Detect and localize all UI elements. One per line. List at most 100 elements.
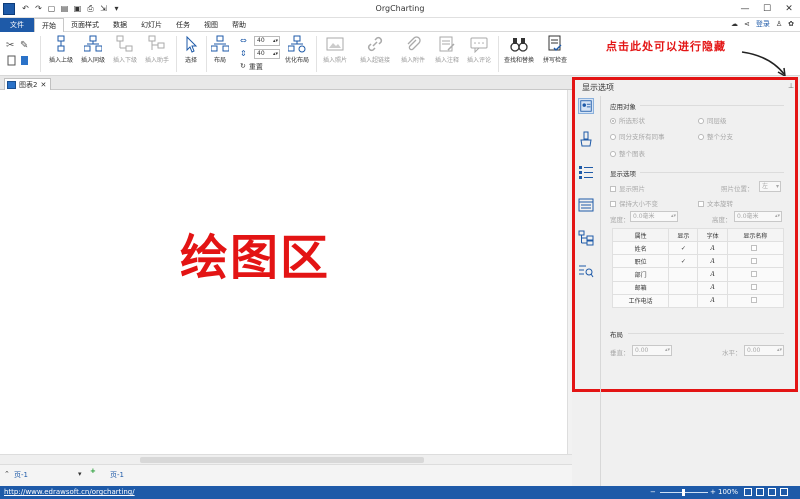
- insert-assistant-button[interactable]: 插入助手: [142, 35, 172, 64]
- menu-data[interactable]: 数据: [106, 18, 134, 32]
- minimize-icon[interactable]: —: [734, 0, 756, 18]
- display-options-icon[interactable]: [578, 98, 594, 114]
- pin-icon[interactable]: ⊥: [788, 82, 794, 90]
- table-cell-show[interactable]: ✓: [668, 254, 699, 269]
- table-cell-show[interactable]: [668, 293, 699, 309]
- font-icon[interactable]: A: [697, 293, 728, 309]
- table-cell-show[interactable]: [668, 280, 699, 295]
- menu-home[interactable]: 开始: [34, 17, 64, 32]
- font-icon[interactable]: A: [697, 241, 728, 256]
- search-list-icon[interactable]: [578, 263, 594, 279]
- spell-check-button[interactable]: 拼写检查: [540, 35, 570, 64]
- radio-whole-chart[interactable]: 整个图表: [610, 148, 645, 158]
- photo-position-select[interactable]: 左 ▾: [759, 181, 781, 192]
- reset-button[interactable]: ↻ 重置: [240, 62, 263, 72]
- keep-size-checkbox[interactable]: 保持大小不变: [610, 198, 658, 208]
- find-replace-button[interactable]: 查找和替换: [500, 35, 538, 64]
- page-nav-up-icon[interactable]: ⌃: [4, 470, 10, 478]
- layout-button[interactable]: 布局: [208, 35, 232, 64]
- menu-view[interactable]: 视图: [197, 18, 225, 32]
- list-icon[interactable]: [578, 164, 594, 180]
- insert-superior-button[interactable]: 插入上级: [46, 35, 76, 64]
- table-cell-show-name[interactable]: [726, 293, 785, 309]
- zoom-slider-thumb[interactable]: [682, 489, 685, 496]
- close-icon[interactable]: ✕: [778, 0, 800, 18]
- document-tab[interactable]: 图表2 ✕: [4, 78, 52, 90]
- zoom-slider[interactable]: [660, 489, 708, 496]
- spin-arrow-icon[interactable]: ▴▾: [671, 212, 676, 221]
- vertical-input[interactable]: 0.00 ▴▾: [632, 345, 672, 356]
- page-dropdown-arrow-icon[interactable]: ▾: [78, 470, 82, 478]
- redo-icon[interactable]: ↷: [34, 4, 43, 13]
- insert-peer-button[interactable]: 插入同级: [78, 35, 108, 64]
- spin-arrow-icon[interactable]: ▴▾: [775, 212, 780, 221]
- export-icon[interactable]: ⇲: [99, 4, 108, 13]
- font-icon[interactable]: A: [697, 280, 728, 295]
- drawing-canvas[interactable]: 绘图区: [0, 90, 567, 454]
- spin-arrow-icon[interactable]: ▴▾: [273, 37, 278, 45]
- maximize-icon[interactable]: ☐: [756, 0, 778, 18]
- spin-arrow-icon[interactable]: ▴▾: [665, 346, 670, 355]
- palette-icon[interactable]: ✿: [788, 20, 794, 28]
- undo-icon[interactable]: ↶: [21, 4, 30, 13]
- menu-page-style[interactable]: 页面样式: [64, 18, 106, 32]
- optimize-layout-button[interactable]: 优化布局: [282, 35, 312, 64]
- select-button[interactable]: 选择: [180, 35, 202, 64]
- width-input[interactable]: 0.0毫米 ▴▾: [630, 211, 678, 222]
- add-page-icon[interactable]: +: [90, 467, 96, 475]
- spin-arrow-icon[interactable]: ▴▾: [273, 50, 278, 58]
- zoom-out-icon[interactable]: −: [650, 488, 656, 496]
- text-rotate-checkbox[interactable]: 文本旋转: [698, 198, 733, 208]
- cloud-icon[interactable]: ☁: [731, 20, 738, 28]
- table-row[interactable]: 姓名 ✓ A: [611, 241, 785, 256]
- table-cell-show[interactable]: [668, 267, 699, 282]
- new-file-icon[interactable]: ▢: [47, 4, 56, 13]
- paint-brush-icon[interactable]: [578, 131, 594, 147]
- save-icon[interactable]: ▣: [73, 4, 82, 13]
- table-row[interactable]: 邮箱 A: [611, 280, 785, 295]
- insert-photo-button[interactable]: 插入照片: [320, 35, 350, 64]
- close-tab-icon[interactable]: ✕: [40, 81, 46, 89]
- menu-help[interactable]: 帮助: [225, 18, 253, 32]
- insert-subordinate-button[interactable]: 插入下级: [110, 35, 140, 64]
- table-cell-show-name[interactable]: [726, 267, 785, 282]
- menu-slides[interactable]: 幻灯片: [134, 18, 169, 32]
- radio-whole-branch[interactable]: 整个分支: [698, 131, 733, 141]
- insert-hyperlink-button[interactable]: 插入超链接: [356, 35, 394, 64]
- radio-same-level[interactable]: 同层级: [698, 115, 727, 125]
- full-screen-icon[interactable]: [768, 488, 776, 496]
- spin-arrow-icon[interactable]: ▴▾: [777, 346, 782, 355]
- insert-attachment-button[interactable]: 插入附件: [398, 35, 428, 64]
- window-icon[interactable]: [578, 197, 594, 213]
- print-icon[interactable]: ⎙: [86, 4, 95, 13]
- radio-all-peers[interactable]: 同分支所有同事: [610, 131, 665, 141]
- menu-file[interactable]: 文件: [0, 17, 34, 32]
- table-cell-show[interactable]: ✓: [668, 241, 699, 256]
- menu-tasks[interactable]: 任务: [169, 18, 197, 32]
- vertical-spacing-input[interactable]: 40 ▴▾: [254, 49, 280, 59]
- show-photo-checkbox[interactable]: 显示照片: [610, 183, 645, 193]
- table-cell-show-name[interactable]: [726, 254, 785, 269]
- height-input[interactable]: 0.0毫米 ▴▾: [734, 211, 782, 222]
- page-dropdown[interactable]: 页-1: [14, 470, 28, 480]
- website-link[interactable]: http://www.edrawsoft.cn/orgcharting/: [4, 488, 135, 496]
- insert-comment-button[interactable]: 插入评论: [464, 35, 494, 64]
- horizontal-scrollbar[interactable]: [0, 454, 572, 464]
- tree-icon[interactable]: [578, 230, 594, 246]
- font-icon[interactable]: A: [697, 267, 728, 282]
- table-cell-show-name[interactable]: [726, 241, 785, 256]
- page-tab[interactable]: 页-1: [110, 470, 124, 480]
- font-icon[interactable]: A: [697, 254, 728, 269]
- login-link[interactable]: 登录: [756, 19, 770, 29]
- zoom-in-icon[interactable]: +: [710, 488, 716, 496]
- table-row[interactable]: 职位 ✓ A: [611, 254, 785, 269]
- horizontal-scrollbar-thumb[interactable]: [140, 457, 424, 463]
- more-icon[interactable]: ▾: [112, 4, 121, 13]
- table-cell-show-name[interactable]: [726, 280, 785, 295]
- clipboard-group-icons[interactable]: ✂ ✎: [6, 38, 34, 68]
- horizontal-spacing-input[interactable]: 40 ▴▾: [254, 36, 280, 46]
- fit-page-icon[interactable]: [744, 488, 752, 496]
- shirt-icon[interactable]: ♙: [776, 20, 782, 28]
- insert-note-button[interactable]: 插入注释: [432, 35, 462, 64]
- horizontal-input[interactable]: 0.00 ▴▾: [744, 345, 784, 356]
